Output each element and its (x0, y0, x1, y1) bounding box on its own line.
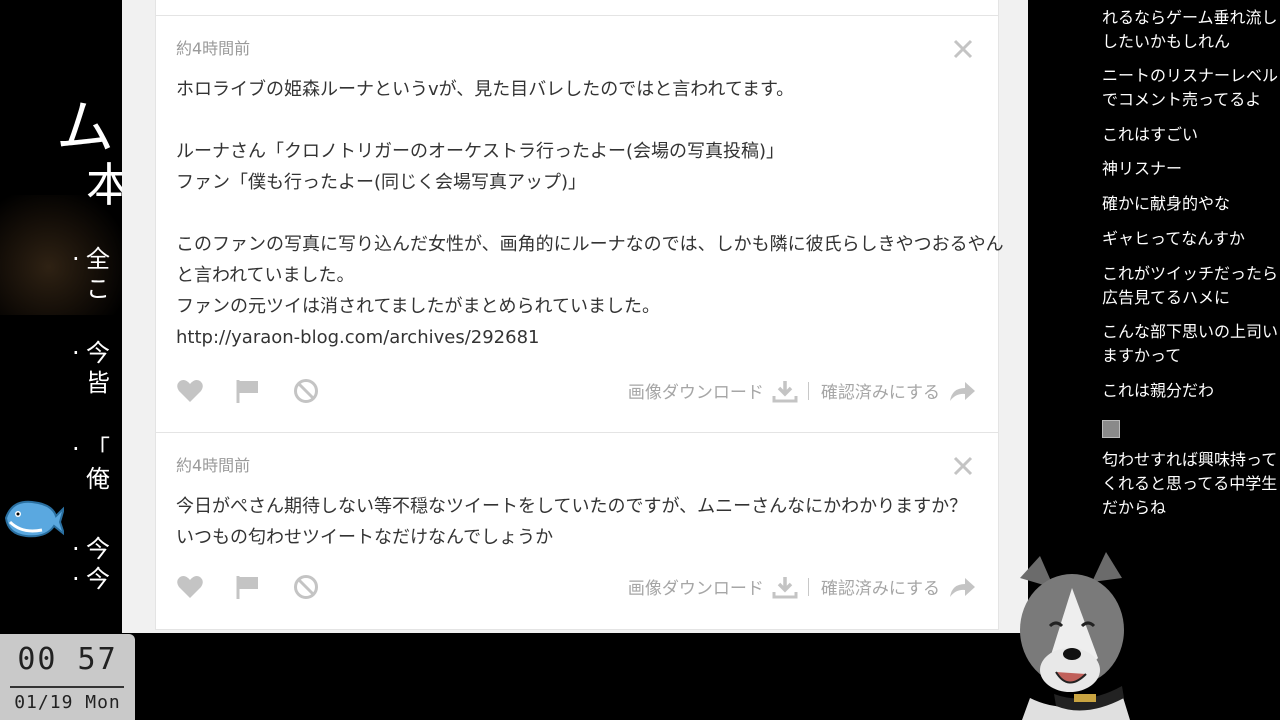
post-line (176, 105, 978, 136)
slide-bullet: · 今 (72, 565, 110, 593)
post-line: ルーナさん「クロノトリガーのオーケストラ行ったよー(会場の写真投稿)」 (176, 141, 785, 162)
confirm-button[interactable]: 確認済みにする (821, 378, 940, 403)
post-right-actions: 画像ダウンロード 確認済みにする (628, 378, 976, 403)
question-card: 約4時間前 今日がぺさん期待しない等不穏なツイートをしていたのですが、ムニーさん… (155, 432, 999, 630)
action-divider (807, 381, 809, 400)
confirm-button[interactable]: 確認済みにする (821, 574, 940, 599)
post-right-actions: 画像ダウンロード 確認済みにする (628, 574, 976, 599)
slide-bullet: · 「 (72, 435, 110, 463)
post-line: ファン「僕も行ったよー(同じく会場写真アップ)」 (176, 172, 587, 193)
chat-message: これはすごい (1102, 125, 1199, 144)
chat-message: これは親分だわ (1102, 381, 1215, 400)
slide-bullet-cont: 俺 (86, 465, 110, 493)
clock-time: 00 57 (17, 642, 118, 677)
download-icon[interactable] (772, 575, 798, 599)
download-button[interactable]: 画像ダウンロード (628, 574, 764, 599)
share-arrow-icon[interactable] (948, 379, 976, 403)
clock-divider (10, 686, 124, 688)
flag-icon[interactable] (234, 378, 262, 404)
post-link[interactable]: http://yaraon-blog.com/archives/292681 (176, 322, 978, 353)
chat-message: 確かに献身的やな (1102, 194, 1231, 213)
post-line: と言われていました。 (176, 265, 355, 286)
clock-widget: 00 57 01/19 Mon (0, 634, 135, 720)
slide-heading: ム (56, 93, 115, 161)
ban-icon[interactable] (292, 574, 320, 600)
slide-bullet-cont: 皆 (86, 369, 110, 397)
action-divider (807, 577, 809, 596)
post-line: このファンの写真に写り込んだ女性が、画角的にルーナなのでは、しかも隣に彼氏らしき… (176, 234, 1004, 255)
slide-bullet: · 全 (72, 245, 110, 273)
download-icon[interactable] (772, 379, 798, 403)
clock-date: 01/19 Mon (14, 692, 121, 713)
flag-icon[interactable] (234, 574, 262, 600)
post-actions: 画像ダウンロード 確認済みにする (176, 572, 978, 602)
husky-avatar-image (1020, 552, 1130, 720)
heart-icon[interactable] (176, 574, 204, 600)
chat-message: 匂わせすれば興味持って くれると思ってる中学生 だからね (1102, 450, 1278, 517)
chat-message: ニートのリスナーレベル でコメント売ってるよ (1102, 66, 1279, 109)
post-body: 今日がぺさん期待しない等不穏なツイートをしていたのですが、ムニーさんなにかわかり… (176, 491, 978, 553)
slide-bullet: · 今 (72, 535, 110, 563)
question-list-panel[interactable]: 約4時間前 ホロライブの姫森ルーナというvが、見た目バレしたのではと言われてます… (122, 0, 1028, 633)
background-slide: ム 本 · 全 こ · 今 皆 · 「 俺 · 今 · 今 (0, 0, 122, 632)
slide-subheading: 本 (86, 158, 122, 212)
avatar (1102, 420, 1120, 438)
post-line: ファンの元ツイは消されてましたがまとめられていました。 (176, 296, 661, 317)
heart-icon[interactable] (176, 378, 204, 404)
download-button[interactable]: 画像ダウンロード (628, 378, 764, 403)
question-card: 約4時間前 ホロライブの姫森ルーナというvが、見た目バレしたのではと言われてます… (155, 15, 1004, 433)
post-time: 約4時間前 (176, 39, 251, 58)
post-line: いつもの匂わせツイートなだけなんでしょうか (176, 527, 554, 548)
post-actions: 画像ダウンロード 確認済みにする (176, 376, 978, 406)
previous-card (155, 0, 999, 16)
whale-icon (4, 500, 64, 538)
post-time: 約4時間前 (176, 456, 251, 475)
chat-message: れるならゲーム垂れ流し したいかもしれん (1102, 8, 1278, 51)
post-line: ホロライブの姫森ルーナというvが、見た目バレしたのではと言われてます。 (176, 79, 795, 100)
post-body: ホロライブの姫森ルーナというvが、見た目バレしたのではと言われてます。 ルーナさ… (176, 74, 1004, 353)
chat-message: こんな部下思いの上司い ますかって (1102, 322, 1279, 365)
slide-bullet: · 今 (72, 339, 110, 367)
chat-message: 神リスナー (1102, 159, 1183, 178)
slide-bullet-cont: こ (86, 275, 110, 303)
post-line: 今日がぺさん期待しない等不穏なツイートをしていたのですが、ムニーさんなにかわかり… (176, 496, 968, 517)
share-arrow-icon[interactable] (948, 575, 976, 599)
chat-message: これがツイッチだったら 広告見てるハメに (1102, 264, 1279, 307)
post-line (176, 198, 978, 229)
ban-icon[interactable] (292, 378, 320, 404)
chat-message: ギャヒってなんすか (1102, 229, 1245, 248)
close-icon[interactable] (952, 38, 974, 60)
close-icon[interactable] (952, 455, 974, 477)
